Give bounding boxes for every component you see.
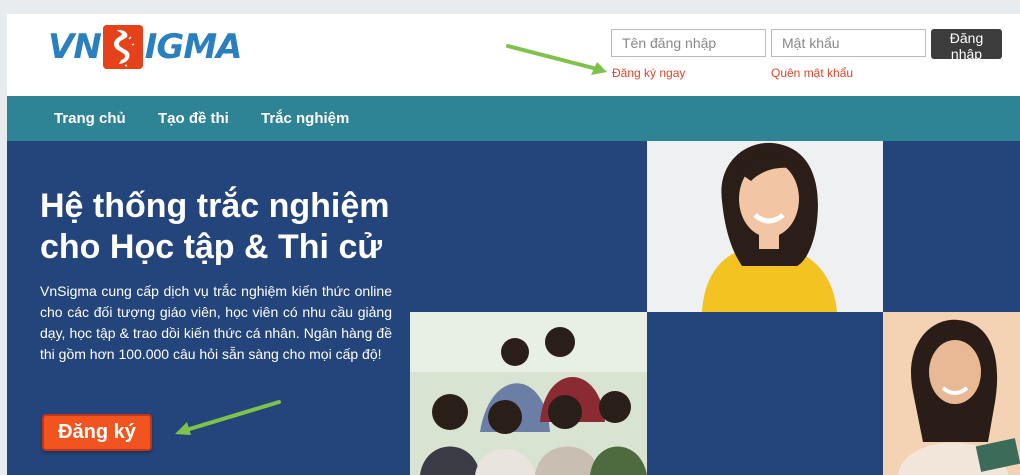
nav-item-quiz[interactable]: Trắc nghiệm <box>261 96 349 141</box>
register-now-link[interactable]: Đăng ký ngay <box>612 66 685 80</box>
nav-item-home[interactable]: Trang chủ <box>54 96 126 141</box>
header: VN IGMA Đăng nhập Đăng ký ngay Quên mật … <box>7 14 1020 96</box>
nav-item-create-exam[interactable]: Tạo đề thi <box>158 96 229 141</box>
photo-student-group <box>410 312 647 475</box>
username-input[interactable] <box>611 29 766 57</box>
hero-title: Hệ thống trắc nghiệm cho Học tập & Thi c… <box>40 186 440 268</box>
register-button[interactable]: Đăng ký <box>42 414 152 451</box>
forgot-password-link[interactable]: Quên mật khẩu <box>771 66 853 80</box>
logo-map-icon <box>102 25 143 69</box>
password-input[interactable] <box>771 29 926 57</box>
logo[interactable]: VN IGMA <box>48 22 242 72</box>
hero-title-line1: Hệ thống trắc nghiệm <box>40 187 390 225</box>
annotation-arrow-icon <box>175 400 281 435</box>
logo-text-right: IGMA <box>144 27 243 67</box>
login-button[interactable]: Đăng nhập <box>931 29 1002 62</box>
annotation-arrow-icon <box>506 44 607 75</box>
main-nav: Trang chủ Tạo đề thi Trắc nghiệm <box>7 96 1020 141</box>
photo-student-yellow <box>647 141 883 312</box>
photo-student-book <box>883 312 1020 475</box>
logo-text-left: VN <box>48 27 102 67</box>
hero-description: VnSigma cung cấp dịch vụ trắc nghiệm kiế… <box>40 283 392 362</box>
hero-title-line2: cho Học tập & Thi cử <box>40 228 382 266</box>
page: VN IGMA Đăng nhập Đăng ký ngay Quên mật … <box>7 14 1020 475</box>
hero-banner: Hệ thống trắc nghiệm cho Học tập & Thi c… <box>7 141 1020 475</box>
